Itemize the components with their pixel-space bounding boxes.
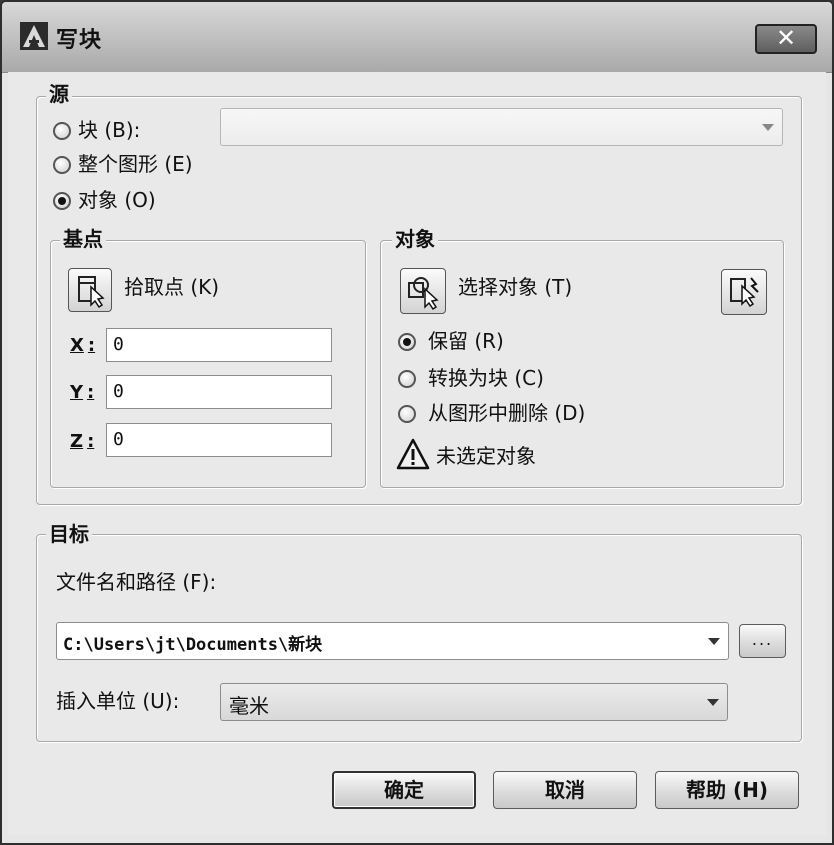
- y-label: Y:: [70, 381, 94, 405]
- write-block-dialog: 写块 ✕ 源 块 (B): 整个图形 (E) 对象 (O) 基点 拾取点 (K)…: [0, 0, 834, 845]
- x-label: X:: [70, 334, 95, 358]
- dialog-title: 写块: [56, 28, 103, 53]
- radio-entire-drawing-label[interactable]: 整个图形 (E): [78, 152, 193, 176]
- cancel-button[interactable]: 取消: [493, 771, 637, 809]
- dialog-body: 源 块 (B): 整个图形 (E) 对象 (O) 基点 拾取点 (K) X: 0…: [8, 72, 826, 835]
- file-path-label: 文件名和路径 (F):: [56, 570, 217, 594]
- warning-text: 未选定对象: [436, 444, 536, 468]
- x-label-text: X: [70, 335, 84, 356]
- chevron-down-icon: [708, 638, 720, 645]
- help-button[interactable]: 帮助 (H): [655, 771, 799, 809]
- z-coordinate-input[interactable]: 0: [106, 423, 332, 457]
- radio-delete-from-drawing-label[interactable]: 从图形中删除 (D): [428, 401, 585, 425]
- radio-entire-drawing[interactable]: [53, 156, 71, 174]
- autocad-logo-icon: [20, 22, 48, 50]
- radio-delete-from-drawing[interactable]: [398, 405, 416, 423]
- ok-button[interactable]: 确定: [332, 771, 476, 809]
- chevron-down-icon: [707, 699, 719, 706]
- objects-legend: 对象: [392, 228, 438, 250]
- x-colon: :: [87, 335, 96, 356]
- title-bar[interactable]: 写块 ✕: [2, 2, 832, 73]
- radio-convert-to-block-label[interactable]: 转换为块 (C): [428, 366, 544, 390]
- warning-icon: [396, 438, 430, 470]
- z-label: Z:: [70, 430, 94, 454]
- y-coordinate-input[interactable]: 0: [106, 375, 332, 409]
- insert-units-select[interactable]: 毫米: [220, 683, 728, 721]
- destination-legend: 目标: [46, 523, 92, 545]
- radio-block[interactable]: [53, 122, 71, 140]
- radio-objects[interactable]: [53, 192, 71, 210]
- x-coordinate-input[interactable]: 0: [106, 328, 332, 362]
- z-colon: :: [87, 431, 95, 452]
- base-point-legend: 基点: [60, 228, 106, 250]
- radio-objects-label[interactable]: 对象 (O): [78, 188, 156, 212]
- y-colon: :: [87, 382, 95, 403]
- radio-retain[interactable]: [398, 333, 416, 351]
- radio-block-label[interactable]: 块 (B):: [78, 118, 140, 142]
- source-legend: 源: [46, 83, 72, 105]
- select-objects-label[interactable]: 选择对象 (T): [458, 275, 572, 299]
- quick-select-button[interactable]: [721, 269, 767, 315]
- browse-button[interactable]: ...: [739, 624, 786, 658]
- radio-retain-label[interactable]: 保留 (R): [428, 329, 504, 353]
- pick-point-icon: [78, 276, 105, 309]
- insert-units-value: 毫米: [229, 694, 269, 718]
- z-label-text: Z: [70, 431, 84, 452]
- block-name-select[interactable]: [220, 108, 783, 146]
- radio-convert-to-block[interactable]: [398, 370, 416, 388]
- chevron-down-icon: [762, 124, 774, 131]
- file-path-combo[interactable]: C:\Users\jt\Documents\新块: [56, 622, 729, 660]
- select-objects-button[interactable]: [400, 268, 446, 314]
- y-label-text: Y: [70, 382, 84, 403]
- close-button[interactable]: ✕: [755, 24, 817, 54]
- select-objects-icon: [408, 277, 439, 311]
- quick-select-icon: [730, 277, 759, 308]
- file-path-value: C:\Users\jt\Documents\新块: [63, 635, 323, 655]
- pick-point-button[interactable]: [68, 268, 112, 312]
- insert-units-label: 插入单位 (U):: [56, 689, 180, 713]
- pick-point-label[interactable]: 拾取点 (K): [124, 275, 219, 299]
